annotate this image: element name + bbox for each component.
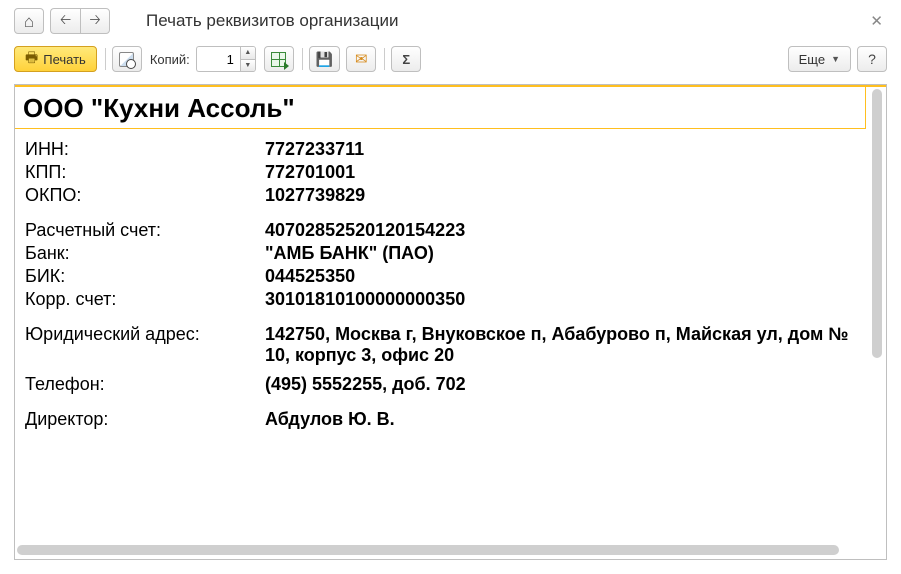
nav-group	[50, 8, 110, 34]
label-dir: Директор:	[25, 409, 265, 430]
value-bik: 044525350	[265, 266, 856, 287]
export-table-button[interactable]	[264, 46, 294, 72]
label-kpp: КПП:	[25, 162, 265, 183]
value-addr: 142750, Москва г, Внуковское п, Абабуров…	[265, 324, 856, 366]
value-kpp: 772701001	[265, 162, 856, 183]
table-export-icon	[271, 52, 286, 67]
value-bank: "АМБ БАНК" (ПАО)	[265, 243, 856, 264]
title-bar: Печать реквизитов организации ✕	[0, 0, 901, 42]
print-button-label: Печать	[43, 52, 86, 67]
label-acct: Расчетный счет:	[25, 220, 265, 241]
block-ids: ИНН: 7727233711 КПП: 772701001 ОКПО: 102…	[25, 139, 856, 206]
separator	[105, 48, 106, 70]
window-title: Печать реквизитов организации	[146, 11, 866, 31]
value-dir: Абдулов Ю. В.	[265, 409, 856, 430]
v-scroll-thumb[interactable]	[872, 89, 882, 358]
row-acct: Расчетный счет: 40702852520120154223	[25, 220, 856, 241]
toolbar: Печать Копий: ▲ ▼	[14, 42, 887, 76]
more-button-label: Еще	[799, 52, 825, 67]
row-phone: Телефон: (495) 5552255, доб. 702	[25, 374, 856, 395]
value-phone: (495) 5552255, доб. 702	[265, 374, 856, 395]
close-button[interactable]: ✕	[866, 12, 887, 30]
block-contacts: Юридический адрес: 142750, Москва г, Вну…	[25, 324, 856, 395]
value-corr: 30101810100000000350	[265, 289, 856, 310]
document-content: ООО "Кухни Ассоль" ИНН: 7727233711 КПП: …	[15, 87, 866, 539]
h-scroll-thumb[interactable]	[17, 545, 839, 555]
label-bank: Банк:	[25, 243, 265, 264]
value-inn: 7727233711	[265, 139, 856, 160]
separator	[302, 48, 303, 70]
copies-up[interactable]: ▲	[241, 47, 255, 60]
copies-spinner[interactable]: ▲ ▼	[196, 46, 256, 72]
row-inn: ИНН: 7727233711	[25, 139, 856, 160]
row-bank: Банк: "АМБ БАНК" (ПАО)	[25, 243, 856, 264]
save-button[interactable]	[309, 46, 340, 72]
label-inn: ИНН:	[25, 139, 265, 160]
label-addr: Юридический адрес:	[25, 324, 265, 366]
mail-icon	[355, 50, 368, 68]
arrow-right-icon	[89, 9, 100, 33]
copies-label: Копий:	[150, 52, 190, 67]
copies-input[interactable]	[196, 46, 240, 72]
label-bik: БИК:	[25, 266, 265, 287]
sum-button[interactable]	[391, 46, 421, 72]
printer-icon	[25, 47, 38, 71]
row-addr: Юридический адрес: 142750, Москва г, Вну…	[25, 324, 856, 366]
back-button[interactable]	[50, 8, 80, 34]
sigma-icon	[402, 52, 410, 67]
label-phone: Телефон:	[25, 374, 265, 395]
print-button[interactable]: Печать	[14, 46, 97, 72]
home-icon	[24, 13, 34, 30]
close-icon: ✕	[870, 13, 883, 30]
horizontal-scrollbar[interactable]	[17, 543, 864, 557]
label-corr: Корр. счет:	[25, 289, 265, 310]
label-okpo: ОКПО:	[25, 185, 265, 206]
row-okpo: ОКПО: 1027739829	[25, 185, 856, 206]
row-dir: Директор: Абдулов Ю. В.	[25, 409, 856, 430]
separator	[384, 48, 385, 70]
help-icon	[868, 51, 876, 67]
value-acct: 40702852520120154223	[265, 220, 856, 241]
row-kpp: КПП: 772701001	[25, 162, 856, 183]
home-button[interactable]	[14, 8, 44, 34]
document-area: ООО "Кухни Ассоль" ИНН: 7727233711 КПП: …	[14, 84, 887, 560]
arrow-left-icon	[60, 9, 71, 33]
preview-button[interactable]	[112, 46, 142, 72]
block-bank: Расчетный счет: 40702852520120154223 Бан…	[25, 220, 856, 310]
copies-down[interactable]: ▼	[241, 60, 255, 72]
chevron-down-icon: ▼	[831, 54, 840, 64]
vertical-scrollbar[interactable]	[870, 89, 884, 537]
mail-button[interactable]	[346, 46, 376, 72]
row-bik: БИК: 044525350	[25, 266, 856, 287]
more-button[interactable]: Еще ▼	[788, 46, 851, 72]
save-icon	[316, 51, 333, 68]
forward-button[interactable]	[80, 8, 110, 34]
org-name: ООО "Кухни Ассоль"	[15, 87, 866, 129]
block-director: Директор: Абдулов Ю. В.	[25, 409, 856, 430]
value-okpo: 1027739829	[265, 185, 856, 206]
preview-icon	[119, 52, 134, 67]
help-button[interactable]	[857, 46, 887, 72]
row-corr: Корр. счет: 30101810100000000350	[25, 289, 856, 310]
